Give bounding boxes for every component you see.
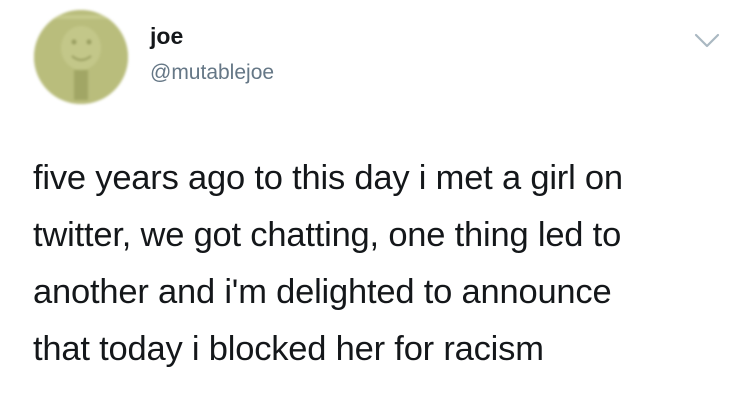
tweet-text-line: that today i blocked her for racism (33, 330, 544, 368)
tweet-card: joe @mutablejoe five years ago to this d… (0, 0, 750, 407)
display-name[interactable]: joe (150, 25, 183, 48)
user-handle[interactable]: @mutablejoe (150, 62, 274, 83)
tweet-text: five years ago to this day i met a girl … (33, 150, 733, 378)
tweet-text-line: another and i'm delighted to announce (33, 273, 612, 311)
chevron-down-icon[interactable] (694, 32, 720, 50)
tweet-text-line: twitter, we got chatting, one thing led … (33, 216, 622, 254)
avatar[interactable] (34, 10, 128, 104)
tweet-text-line: five years ago to this day i met a girl … (33, 159, 623, 197)
